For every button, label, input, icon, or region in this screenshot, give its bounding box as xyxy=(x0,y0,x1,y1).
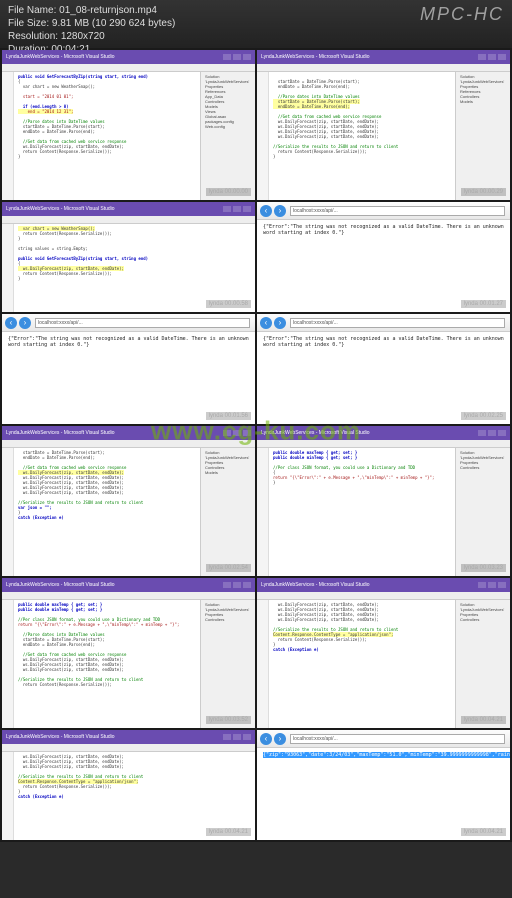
window-titlebar[interactable]: LyndaJunkWebServices - Microsoft Visual … xyxy=(2,50,255,64)
window-title: LyndaJunkWebServices - Microsoft Visual … xyxy=(6,54,115,60)
browser-body: {"Error":"The string was not recognized … xyxy=(257,220,510,312)
forward-icon[interactable]: › xyxy=(274,205,286,217)
thumb-9-vs[interactable]: LyndaJunkWebServices - Microsoft Visual … xyxy=(2,578,255,728)
thumb-8-vs[interactable]: LyndaJunkWebServices - Microsoft Visual … xyxy=(257,426,510,576)
player-metadata-bar: File Name: 01_08-returnjson.mp4 File Siz… xyxy=(0,0,512,48)
timestamp: 00.00.00 xyxy=(225,189,248,195)
thumb-1-vs[interactable]: LyndaJunkWebServices - Microsoft Visual … xyxy=(2,50,255,200)
thumbnail-grid: LyndaJunkWebServices - Microsoft Visual … xyxy=(0,48,512,842)
min-icon xyxy=(223,54,231,60)
close-icon xyxy=(243,54,251,60)
thumb-2-vs[interactable]: LyndaJunkWebServices - Microsoft Visual … xyxy=(257,50,510,200)
thumb-3-vs[interactable]: LyndaJunkWebServices - Microsoft Visual … xyxy=(2,202,255,312)
thumb-7-vs[interactable]: LyndaJunkWebServices - Microsoft Visual … xyxy=(2,426,255,576)
sol-root[interactable]: Solution 'LyndaJunkWebServices' xyxy=(205,74,253,84)
filesize-value: 9.81 MB (10 290 624 bytes) xyxy=(52,18,175,29)
url-bar[interactable]: localhost:xxxx/api/... xyxy=(290,206,505,216)
thumb-6-browser[interactable]: ‹›localhost:xxxx/api/... {"Error":"The s… xyxy=(257,314,510,424)
thumb-5-browser[interactable]: ‹›localhost:xxxx/api/... {"Error":"The s… xyxy=(2,314,255,424)
filesize-label: File Size: xyxy=(8,18,49,29)
line-gutter xyxy=(2,72,14,200)
thumb-12-browser[interactable]: ‹›localhost:xxxx/api/... {"zip":"93063",… xyxy=(257,730,510,840)
thumb-4-browser[interactable]: ‹ › localhost:xxxx/api/... {"Error":"The… xyxy=(257,202,510,312)
filename-value: 01_08-returnjson.mp4 xyxy=(59,5,157,16)
player-brand: MPC-HC xyxy=(420,4,504,44)
code-editor[interactable]: startDate = DateTime.Parse(start); endDa… xyxy=(269,72,455,200)
json-output: {"zip":"93063","date":3/24/03","maxTemp"… xyxy=(263,752,510,758)
solution-explorer[interactable]: Solution 'LyndaJunkWebServices' Properti… xyxy=(200,72,255,200)
filename-label: File Name: xyxy=(8,5,56,16)
sol-item[interactable]: Web.config xyxy=(205,124,253,129)
browser-toolbar[interactable]: ‹ › localhost:xxxx/api/... xyxy=(257,202,510,220)
thumb-10-vs[interactable]: LyndaJunkWebServices - Microsoft Visual … xyxy=(257,578,510,728)
code-editor[interactable]: public void GetForecastByZip(string star… xyxy=(14,72,200,200)
resolution-label: Resolution: xyxy=(8,31,58,42)
max-icon xyxy=(233,54,241,60)
resolution-value: 1280x720 xyxy=(61,31,105,42)
back-icon[interactable]: ‹ xyxy=(260,205,272,217)
thumb-11-vs[interactable]: LyndaJunkWebServices - Microsoft Visual … xyxy=(2,730,255,840)
menubar[interactable] xyxy=(2,64,255,72)
json-error: {"Error":"The string was not recognized … xyxy=(263,224,504,236)
window-controls[interactable] xyxy=(223,54,251,60)
